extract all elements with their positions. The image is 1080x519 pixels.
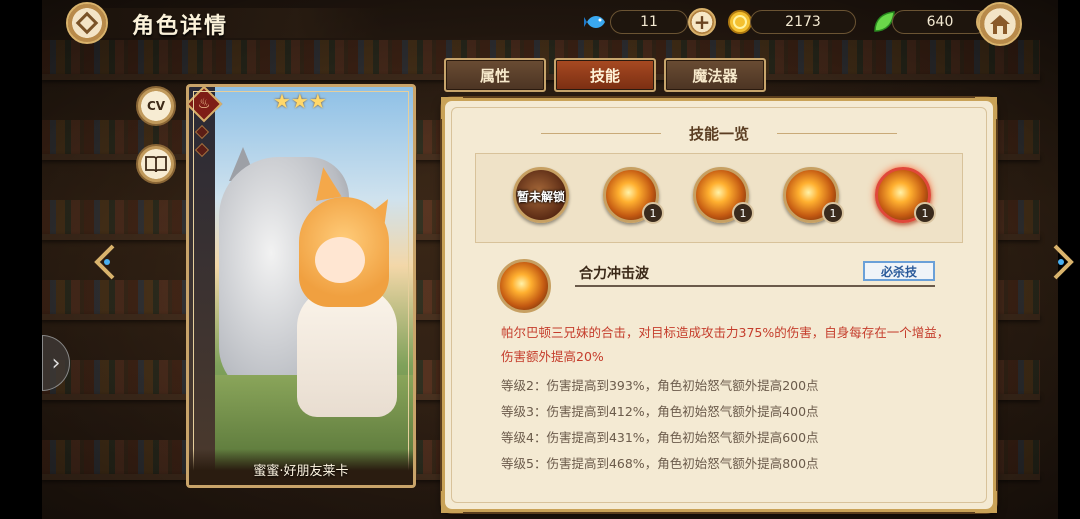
level-effect: 等级5：伤害提高到468%，角色初始怒气额外提高800点 <box>501 456 819 471</box>
tab-attributes[interactable]: 属性 <box>444 58 546 92</box>
skill-level-badge: 1 <box>822 202 844 224</box>
selected-skill-icon <box>497 259 551 313</box>
skill-slot-5[interactable]: 1 <box>875 167 936 224</box>
add-fish-button[interactable]: + <box>688 8 716 36</box>
skill-level-badge: 1 <box>732 202 754 224</box>
next-character-arrow[interactable] <box>1050 242 1076 282</box>
fish-counter: 11 <box>610 10 688 34</box>
home-button[interactable] <box>978 2 1022 46</box>
top-bar: 角色详情 11 + 2173 640 + <box>42 0 1058 46</box>
arrow-right-icon <box>1053 244 1074 280</box>
skill-description: 帕尔巴顿三兄妹的合击，对目标造成攻击力375%的伤害，自身每存在一个增益，伤害额… <box>501 325 950 364</box>
skill-panel: 技能一览 暂未解锁 1 1 1 1 合力冲击波 必杀技 帕尔巴顿三兄妹的合击，对… <box>441 97 997 513</box>
book-button[interactable] <box>136 144 176 184</box>
page-title: 角色详情 <box>132 14 229 39</box>
skills-section-title: 技能一览 <box>688 125 749 143</box>
skill-slot-2[interactable]: 1 <box>603 167 664 224</box>
locked-label: 暂未解锁 <box>516 190 565 204</box>
level-effect: 等级4：伤害提高到431%，角色初始怒气额外提高600点 <box>501 430 819 445</box>
tab-magic-device[interactable]: 魔法器 <box>664 58 766 92</box>
diamond-icon <box>75 11 99 35</box>
skill-level-badge: 1 <box>642 202 664 224</box>
gold-counter: 2173 <box>750 10 856 34</box>
skill-slot-3[interactable]: 1 <box>693 167 754 224</box>
skill-level-badge: 1 <box>914 202 936 224</box>
skill-name: 合力冲击波 <box>579 266 649 282</box>
tab-skills[interactable]: 技能 <box>554 58 656 92</box>
book-icon <box>145 156 167 173</box>
skill-slot-4[interactable]: 1 <box>783 167 844 224</box>
cv-label: CV <box>146 99 166 113</box>
level-effect: 等级3：伤害提高到412%，角色初始怒气额外提高400点 <box>501 404 819 419</box>
level-effect: 等级2：伤害提高到393%，角色初始怒气额外提高200点 <box>501 378 819 393</box>
card-name: 蜜蜜·好朋友莱卡 <box>253 464 349 479</box>
prev-character-arrow[interactable] <box>92 242 118 282</box>
gem-counter: 640 <box>892 10 988 34</box>
back-button[interactable] <box>66 2 108 44</box>
chevron-right-icon: › <box>51 350 61 376</box>
fish-icon <box>582 8 610 36</box>
skill-slot-1[interactable]: 暂未解锁 <box>513 167 569 223</box>
arrow-left-icon <box>94 244 115 280</box>
skill-type-tag: 必杀技 <box>863 261 935 281</box>
left-letterbox <box>0 0 42 519</box>
cv-button[interactable]: CV <box>136 86 176 126</box>
home-icon <box>990 15 1010 34</box>
character-card[interactable]: ♨ ★★★ 蜜蜜·好朋友莱卡 <box>186 84 416 488</box>
